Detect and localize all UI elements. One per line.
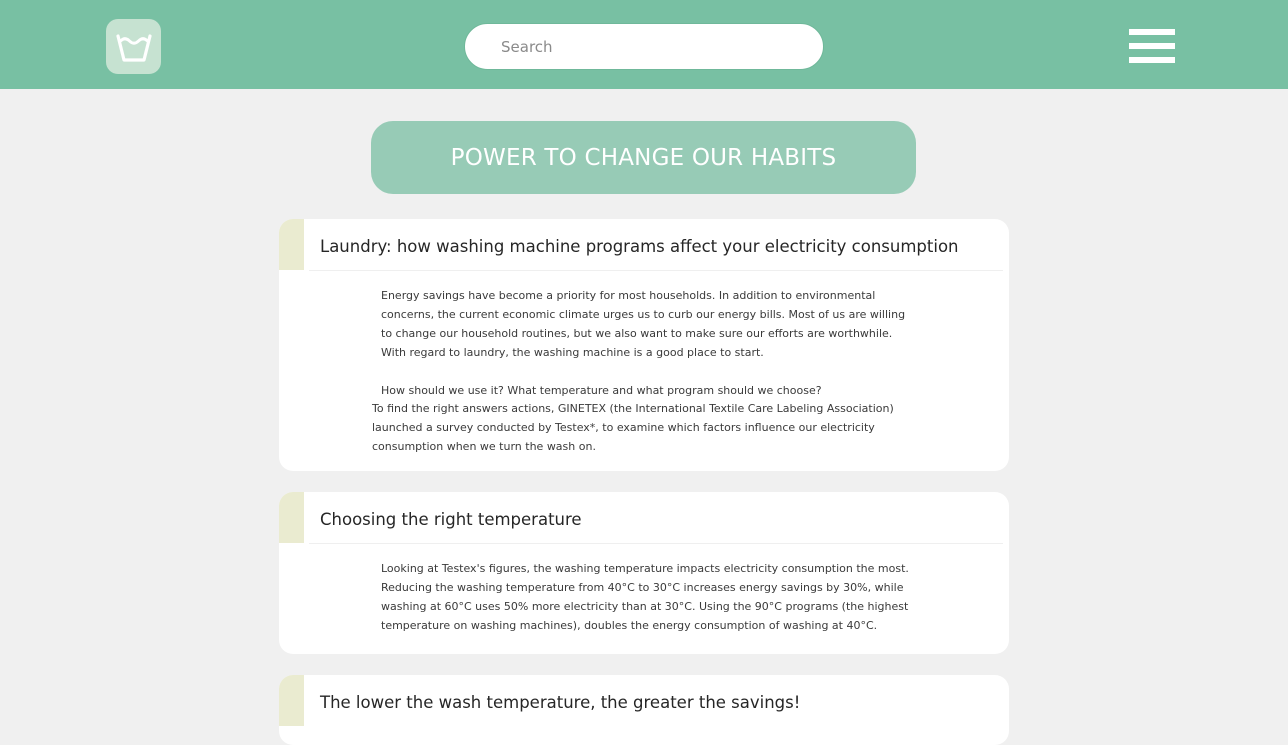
article-header: The lower the wash temperature, the grea… [279,675,1009,726]
card-accent [279,219,304,270]
article-header: Choosing the right temperature [279,492,1009,544]
hamburger-menu-icon[interactable] [1129,29,1175,64]
article-paragraph: To find the right answers actions, GINET… [372,402,894,454]
article-paragraph: How should we use it? What temperature a… [381,383,822,397]
menu-bar [1129,57,1175,63]
article-body: Looking at Testex's figures, the washing… [279,543,1009,636]
divider [309,543,1003,544]
card-accent [279,492,304,543]
article-header: Laundry: how washing machine programs af… [279,219,1009,271]
page-banner: POWER TO CHANGE OUR HABITS [371,121,916,194]
wash-basin-icon [115,33,152,62]
article-paragraph: Looking at Testex's figures, the washing… [381,562,909,632]
article-paragraph: Energy savings have become a priority fo… [381,289,906,359]
article-title: Laundry: how washing machine programs af… [320,237,959,256]
card-accent [279,675,304,726]
logo-button[interactable] [106,19,161,74]
article-title: Choosing the right temperature [320,510,582,529]
search-input[interactable] [464,23,824,70]
article-title: The lower the wash temperature, the grea… [320,693,801,712]
article-body: Energy savings have become a priority fo… [279,270,1009,457]
article-card: Choosing the right temperature Looking a… [279,492,1009,654]
top-header [0,0,1288,89]
article-card: Laundry: how washing machine programs af… [279,219,1009,471]
menu-bar [1129,29,1175,35]
divider [309,270,1003,271]
menu-bar [1129,43,1175,49]
banner-title: POWER TO CHANGE OUR HABITS [450,144,837,171]
article-card: The lower the wash temperature, the grea… [279,675,1009,745]
